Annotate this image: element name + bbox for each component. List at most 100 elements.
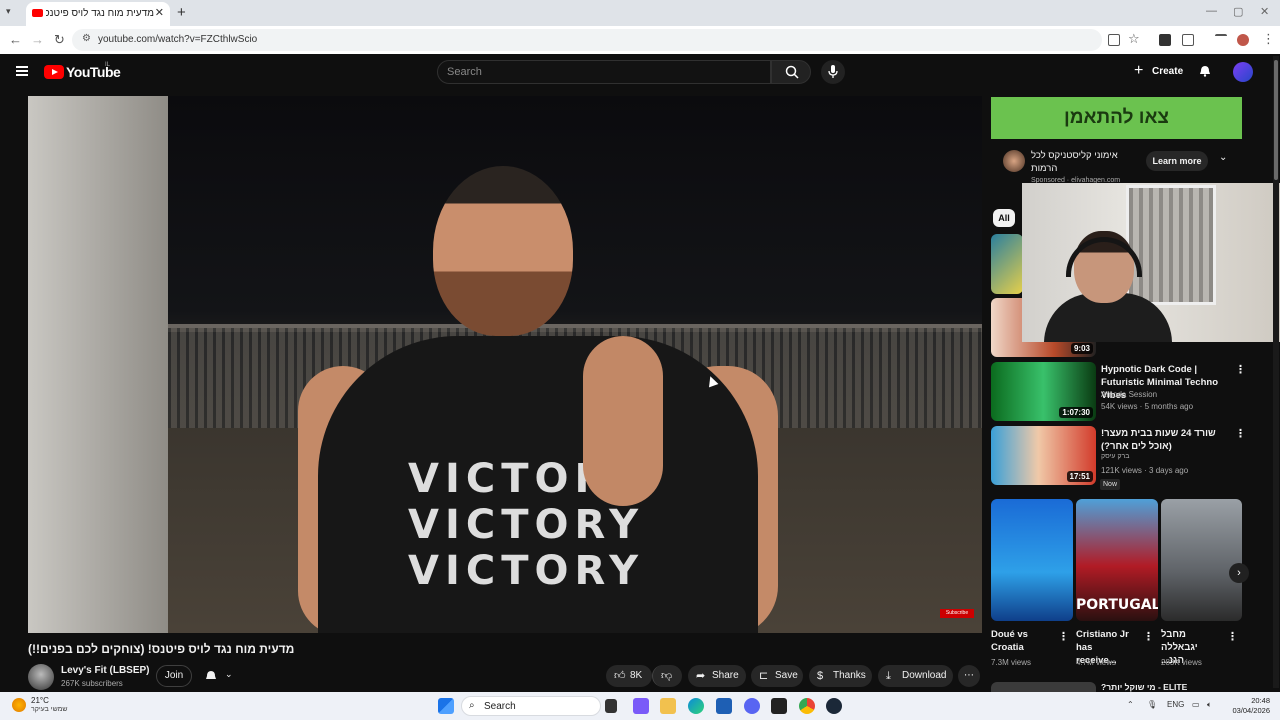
video-player[interactable]: VICTORY VICTORY VICTORY: [28, 96, 982, 633]
create-button[interactable]: + Create: [1128, 61, 1190, 83]
youtube-header: YouTube IL + Create: [0, 54, 1280, 92]
close-tab-icon[interactable]: ✕: [155, 6, 164, 19]
steam-icon[interactable]: [826, 698, 842, 714]
ad-expand-chevron-icon[interactable]: ⌄: [1219, 152, 1227, 163]
short-menu-icon-1[interactable]: ⋮: [1143, 630, 1154, 643]
window-close-icon[interactable]: ✕: [1260, 5, 1269, 18]
bookmark-icon: ⊏: [759, 670, 769, 682]
media-controls-icon[interactable]: [1215, 34, 1227, 46]
edge-icon[interactable]: [688, 698, 704, 714]
rec-title-next[interactable]: ELITE - מי שוקל יותר?: [1101, 682, 1231, 692]
rec-channel-2[interactable]: Amoda Session: [1101, 390, 1157, 399]
install-app-icon[interactable]: [1108, 34, 1120, 46]
weather-temp[interactable]: 21°C: [31, 696, 49, 705]
thumbs-up-icon: 👍︎: [614, 670, 626, 682]
short-menu-icon-0[interactable]: ⋮: [1058, 630, 1069, 643]
rec-channel-3[interactable]: ברק עיסק: [1101, 453, 1129, 460]
mic-tray-icon[interactable]: 🎙︎: [1147, 700, 1157, 709]
thanks-button[interactable]: $ Thanks: [809, 665, 872, 687]
rec-thumbnail-next[interactable]: [991, 682, 1096, 692]
search-button[interactable]: [771, 60, 811, 84]
discord-icon[interactable]: [744, 698, 760, 714]
short-thumbnail-1[interactable]: PORTUGAL: [1076, 499, 1158, 621]
chrome-icon[interactable]: [799, 698, 815, 714]
tab-list-chevron-icon[interactable]: ▾: [6, 6, 11, 17]
short-title-0[interactable]: Doué vs Croatia: [991, 628, 1049, 654]
volume-icon[interactable]: 🔈︎: [1207, 700, 1212, 710]
youtube-logo-text[interactable]: YouTube: [66, 64, 121, 80]
subscription-bell-button[interactable]: ⌄: [199, 665, 245, 687]
learn-more-button[interactable]: Learn more: [1146, 151, 1208, 171]
channel-name[interactable]: Levy's Fit (LBSEP): [61, 665, 150, 676]
voice-search-button[interactable]: [821, 60, 845, 84]
taskbar-clock[interactable]: 20:48 03/04/2026: [1222, 696, 1270, 716]
rec-meta-3: 121K views · 3 days ago: [1101, 466, 1189, 475]
weather-condition[interactable]: שמשי בעיקר: [31, 706, 68, 713]
ad-banner[interactable]: צאו להתאמן: [991, 97, 1242, 139]
webcam-streamer: [1044, 231, 1172, 342]
site-info-icon[interactable]: ⚙: [82, 33, 91, 44]
short-views-2: 283K views: [1161, 658, 1202, 667]
short-thumb-text-1: PORTUGAL: [1076, 597, 1158, 613]
weather-sun-icon[interactable]: [12, 698, 26, 712]
shorts-next-arrow-icon[interactable]: ›: [1229, 563, 1249, 583]
share-label: Share: [712, 670, 739, 681]
browser-tab-active[interactable]: מדעית מוח נגד לויס פיטנס! ✕: [26, 2, 170, 26]
browser-menu-icon[interactable]: ⋮: [1262, 31, 1275, 47]
tray-overflow-icon[interactable]: ⌃: [1127, 700, 1134, 709]
network-icon[interactable]: ▭: [1192, 700, 1200, 709]
like-button[interactable]: 👍︎ 8K: [606, 665, 652, 687]
youtube-logo-icon[interactable]: [44, 65, 64, 79]
profile-avatar-icon[interactable]: [1237, 34, 1249, 46]
windows-start-icon[interactable]: [438, 698, 454, 714]
rec-thumbnail-0[interactable]: [991, 234, 1023, 294]
subscriber-count: 267K subscribers: [61, 679, 123, 688]
rec-duration-1: 9:03: [1070, 343, 1093, 354]
forward-icon[interactable]: →: [31, 32, 44, 47]
save-button[interactable]: ⊏ Save: [751, 665, 803, 687]
rec-thumbnail-3[interactable]: 17:51: [991, 426, 1096, 485]
bookmark-star-icon[interactable]: ☆: [1128, 31, 1140, 47]
extensions-puzzle-icon[interactable]: [1182, 34, 1194, 46]
rec-menu-icon-3[interactable]: ⋮: [1235, 427, 1246, 440]
download-button[interactable]: ⤓ Download: [878, 665, 953, 687]
short-thumbnail-0[interactable]: [991, 499, 1073, 621]
rec-title-3[interactable]: שורד 24 שעות בבית מעצר! (אוכל לים אחר?): [1101, 427, 1231, 453]
more-actions-button[interactable]: ⋯: [958, 665, 980, 687]
rec-menu-icon-2[interactable]: ⋮: [1235, 363, 1246, 376]
notifications-bell-icon[interactable]: [1199, 65, 1211, 77]
search-input[interactable]: [438, 61, 738, 83]
super-thanks-icon: $: [817, 670, 824, 682]
omnibox[interactable]: ⚙ youtube.com/watch?v=FZCthlwScio: [72, 29, 1102, 51]
store-icon[interactable]: [716, 698, 732, 714]
task-view-icon[interactable]: [605, 699, 617, 713]
extension-icon[interactable]: [1159, 34, 1171, 46]
new-tab-icon[interactable]: +: [177, 4, 186, 21]
overlay-subscribe-watermark[interactable]: Subscribe: [940, 609, 974, 618]
maximize-icon[interactable]: ▢: [1233, 5, 1243, 18]
ad-title[interactable]: אימוני קליסטניקס לכל הרמות: [1031, 149, 1131, 175]
short-thumbnail-2[interactable]: [1161, 499, 1242, 621]
account-avatar[interactable]: [1233, 62, 1253, 82]
join-button[interactable]: Join: [156, 665, 192, 687]
dislike-button[interactable]: 👎︎: [652, 665, 682, 687]
taskbar-search[interactable]: ⌕ Search: [461, 696, 601, 716]
app-icon-dark[interactable]: [771, 698, 787, 714]
file-explorer-icon[interactable]: [660, 698, 676, 714]
url-text[interactable]: youtube.com/watch?v=FZCthlwScio: [98, 34, 257, 45]
chip-all[interactable]: All: [993, 209, 1015, 227]
minimize-icon[interactable]: —: [1206, 5, 1217, 17]
presenter-head: [433, 166, 573, 336]
channel-avatar[interactable]: [28, 664, 54, 690]
page-scrollbar-thumb[interactable]: [1274, 60, 1278, 180]
rec-thumbnail-2[interactable]: 1:07:30: [991, 362, 1096, 421]
bell-icon: [206, 671, 216, 679]
back-icon[interactable]: ←: [9, 32, 22, 47]
hamburger-menu-icon[interactable]: [16, 66, 28, 76]
short-menu-icon-2[interactable]: ⋮: [1227, 630, 1238, 643]
language-indicator[interactable]: ENG: [1167, 700, 1184, 709]
teams-icon[interactable]: [633, 698, 649, 714]
reload-icon[interactable]: ↻: [54, 32, 65, 48]
share-button[interactable]: ➦ Share: [688, 665, 746, 687]
search-box[interactable]: [437, 60, 771, 84]
